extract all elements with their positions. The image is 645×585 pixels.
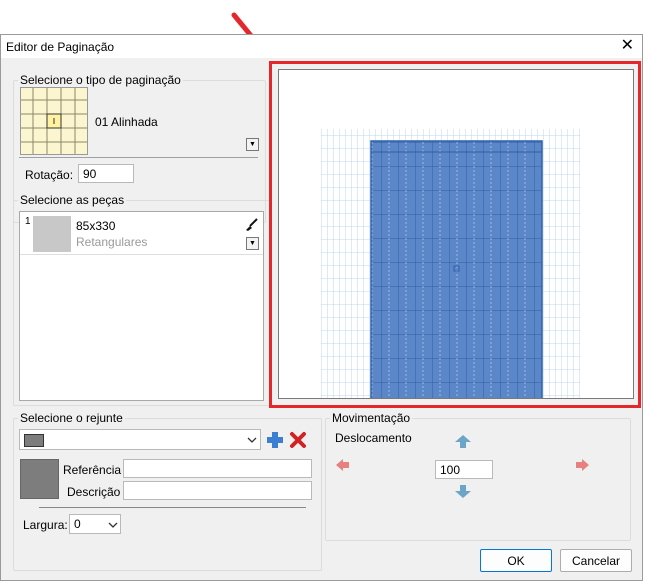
- grout-color-select[interactable]: [19, 429, 261, 450]
- tile-layout-drawing: [321, 129, 580, 412]
- width-select[interactable]: 0: [69, 514, 121, 534]
- delete-icon[interactable]: [289, 431, 307, 449]
- pieces-list[interactable]: 1 85x330 Retangulares ▼: [19, 211, 264, 401]
- rotation-label: Rotação:: [25, 168, 74, 182]
- width-value: 0: [74, 517, 81, 531]
- add-icon[interactable]: [266, 431, 284, 449]
- close-icon[interactable]: ✕: [621, 36, 634, 56]
- divider: [39, 507, 306, 508]
- arrow-up-icon[interactable]: [454, 434, 472, 449]
- cancel-button[interactable]: Cancelar: [560, 549, 632, 572]
- arrow-left-icon[interactable]: [335, 458, 350, 473]
- description-input[interactable]: [123, 481, 312, 500]
- grout-color-preview: [24, 434, 44, 447]
- window-title: Editor de Paginação: [6, 40, 115, 54]
- arrow-right-icon[interactable]: [575, 458, 590, 473]
- piece-category: Retangulares: [76, 235, 148, 249]
- aligned-grid-icon: [21, 88, 87, 154]
- chevron-down-icon: [108, 522, 118, 528]
- paging-type-thumbnail[interactable]: [20, 87, 88, 155]
- width-label: Largura:: [23, 518, 68, 532]
- rotation-input[interactable]: 90: [78, 164, 134, 183]
- piece-size: 85x330: [76, 219, 116, 233]
- description-label: Descrição: [67, 485, 121, 499]
- pagination-editor-dialog: Editor de Paginação ✕ Selecione o tipo d…: [0, 34, 643, 581]
- paging-type-name: 01 Alinhada: [95, 115, 158, 129]
- pieces-legend: Selecione as peças: [20, 193, 125, 207]
- arrow-down-icon[interactable]: [454, 484, 472, 499]
- reference-label: Referência: [63, 463, 122, 477]
- reference-input[interactable]: [123, 459, 312, 478]
- movement-legend: Movimentação: [332, 411, 411, 425]
- grout-legend: Selecione o rejunte: [20, 411, 123, 425]
- paging-type-legend: Selecione o tipo de paginação: [20, 73, 181, 87]
- divider: [19, 157, 258, 158]
- paint-brush-icon[interactable]: [244, 217, 259, 232]
- piece-dropdown-button[interactable]: ▼: [246, 237, 259, 250]
- pagination-preview[interactable]: [278, 69, 634, 412]
- piece-index: 1: [25, 216, 31, 227]
- displacement-label: Deslocamento: [335, 431, 412, 445]
- title-bar: Editor de Paginação ✕: [1, 35, 642, 58]
- piece-thumbnail: [33, 216, 71, 252]
- grout-swatch: [20, 459, 59, 499]
- chevron-down-icon: [247, 437, 257, 443]
- list-item[interactable]: 1 85x330 Retangulares ▼: [20, 212, 263, 255]
- displacement-input[interactable]: 100: [435, 460, 493, 479]
- paging-type-dropdown-button[interactable]: ▼: [246, 138, 259, 151]
- ok-button[interactable]: OK: [480, 549, 552, 572]
